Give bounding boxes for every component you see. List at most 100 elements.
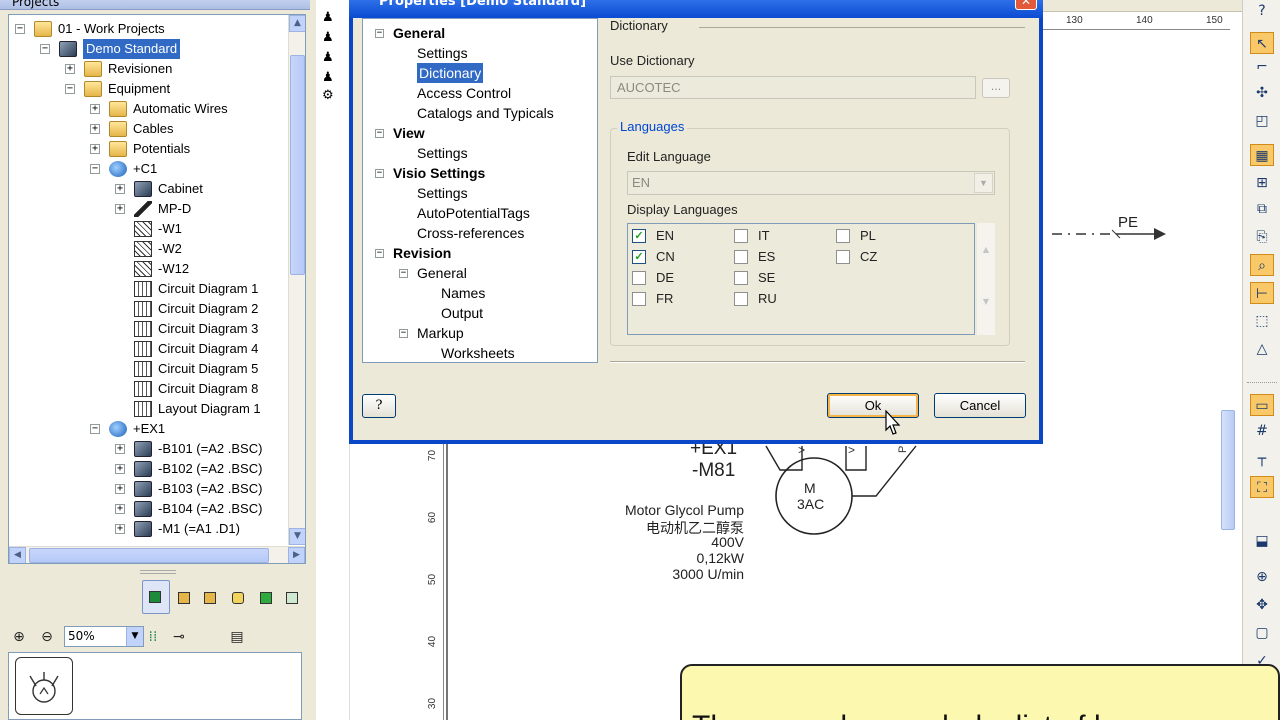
guide-tool-icon[interactable]: ┬ [1250,448,1274,470]
scroll-up-icon[interactable]: ▲ [289,15,305,32]
paste-tool-icon[interactable]: ⎘ [1250,226,1274,248]
expand-icon[interactable]: + [115,504,125,514]
document-view-button[interactable] [200,586,220,608]
grid-icon[interactable]: # [1250,420,1274,442]
nav-item[interactable]: Revision [393,243,451,263]
collapse-icon[interactable]: − [15,24,25,34]
use-dictionary-field[interactable]: AUCOTEC [610,76,976,99]
table-tool-icon[interactable]: ▦ [1250,144,1274,166]
checkbox-icon[interactable] [632,292,646,306]
nav-item[interactable]: Names [441,283,485,303]
tree-item[interactable]: + -B103 (=A2 .BSC) [9,479,289,499]
tree-item[interactable]: − +C1 [9,159,289,179]
checkbox-icon[interactable] [836,250,850,264]
collapse-icon[interactable]: − [90,164,100,174]
nav-item[interactable]: Output [441,303,483,323]
checkbox-icon[interactable] [734,250,748,264]
checkmark-icon[interactable]: ✓ [632,229,646,243]
layer-tool-icon[interactable]: ⬓ [1250,530,1274,552]
grid-icon[interactable]: ⁞⁞ [144,628,162,646]
display-languages-list[interactable]: ✓ EN ✓ CN DE FR IT ES SE RU PL CZ [627,223,975,335]
expand-icon[interactable]: + [115,484,125,494]
scroll-thumb[interactable] [290,55,305,275]
nav-item[interactable]: Access Control [417,83,511,103]
expand-icon[interactable]: + [115,184,125,194]
print-icon[interactable]: ▤ [228,628,246,646]
scroll-thumb[interactable] [1221,410,1235,530]
nav-item[interactable]: Settings [417,43,468,63]
canvas-vertical-scrollbar[interactable] [1220,40,1236,540]
tree-item[interactable]: − Equipment [9,79,289,99]
nav-item[interactable]: Catalogs and Typicals [417,103,554,123]
tree-item[interactable]: − +EX1 [9,419,289,439]
expand-icon[interactable]: + [115,524,125,534]
comment-icon[interactable]: ▢ [1250,622,1274,644]
collapse-icon[interactable]: − [375,169,384,178]
nav-item[interactable]: View [393,123,425,143]
nav-item[interactable]: Cross-references [417,223,524,243]
scroll-left-icon[interactable]: ◀ [9,547,26,563]
languages-scrollbar[interactable]: ▲ ▼ [977,223,995,335]
database-view-button[interactable] [228,586,248,608]
edit-language-select[interactable]: EN ▼ [627,171,995,195]
nav-item[interactable]: Settings [417,143,468,163]
tree-item[interactable]: Circuit Diagram 4 [9,339,289,359]
collapse-icon[interactable]: − [375,249,384,258]
pin-icon[interactable]: ⊸ [170,628,188,646]
collapse-icon[interactable]: − [375,29,384,38]
frame-tool-icon[interactable]: ⬚ [1250,310,1274,332]
hierarchy-tool-icon[interactable]: ⊞ [1250,172,1274,194]
resize-tool-icon[interactable]: ◰ [1250,110,1274,132]
tree-item[interactable]: + -M1 (=A1 .D1) [9,519,289,539]
ruler-tool-icon[interactable]: ▭ [1250,394,1274,416]
zoom-in-icon[interactable]: ⊕ [10,628,28,646]
collapse-icon[interactable]: − [399,329,408,338]
tree-item[interactable]: Circuit Diagram 2 [9,299,289,319]
copy-tool-icon[interactable]: ⧉ [1250,198,1274,220]
dialog-titlebar[interactable]: Properties [Demo Standard] ✕ [349,0,1043,18]
triangle-tool-icon[interactable]: △ [1250,338,1274,360]
tree-item[interactable]: Circuit Diagram 3 [9,319,289,339]
expand-icon[interactable]: + [115,444,125,454]
pointer-tool-icon[interactable]: ↖ [1250,32,1274,54]
chevron-down-icon[interactable]: ▼ [126,627,143,646]
expand-icon[interactable]: + [65,64,75,74]
nav-item[interactable]: Worksheets [441,343,515,363]
tree-item[interactable]: + Cabinet [9,179,289,199]
pan-tool-icon[interactable]: ✥ [1250,594,1274,616]
scroll-up-icon[interactable]: ▲ [979,245,993,259]
branch-tool-icon[interactable]: ⊢ [1250,282,1274,304]
expand-icon[interactable]: + [115,464,125,474]
tree-horizontal-scrollbar[interactable]: ◀ ▶ [9,546,305,563]
collapse-icon[interactable]: − [375,129,384,138]
collapse-icon[interactable]: − [65,84,75,94]
zoom-in-icon[interactable]: ⊕ [1250,566,1274,588]
expand-icon[interactable]: + [90,124,100,134]
tree-item[interactable]: + Automatic Wires [9,99,289,119]
help-icon[interactable]: ? [1250,0,1274,22]
tree-item[interactable]: -W12 [9,259,289,279]
tree-item[interactable]: + -B102 (=A2 .BSC) [9,459,289,479]
checkbox-icon[interactable] [734,271,748,285]
settings-nav-tree[interactable]: − General Settings Dictionary Access Control… [362,18,598,363]
nav-item[interactable]: Markup [417,323,464,343]
tree-item[interactable]: + -B101 (=A2 .BSC) [9,439,289,459]
panel-splitter[interactable] [140,570,176,574]
tree-item[interactable]: Circuit Diagram 8 [9,379,289,399]
tree-item[interactable]: + MP-D [9,199,289,219]
nav-item[interactable]: Visio Settings [393,163,485,183]
help-button[interactable]: ? [362,394,396,418]
close-icon[interactable]: ✕ [1015,0,1037,10]
tree-item[interactable]: + Cables [9,119,289,139]
nav-item[interactable]: General [393,23,445,43]
tree-item[interactable]: Layout Diagram 1 [9,399,289,419]
spread-tool-icon[interactable]: ✣ [1250,82,1274,104]
search-icon[interactable]: ⌕ [1250,254,1274,276]
nav-item[interactable]: Dictionary [417,63,484,83]
tree-item[interactable]: -W2 [9,239,289,259]
ok-button[interactable]: Ok [827,393,919,418]
collapse-icon[interactable]: − [399,269,408,278]
tree-item[interactable]: + Revisionen [9,59,289,79]
tree-item[interactable]: − 01 - Work Projects [9,19,289,39]
checkmark-icon[interactable]: ✓ [632,250,646,264]
